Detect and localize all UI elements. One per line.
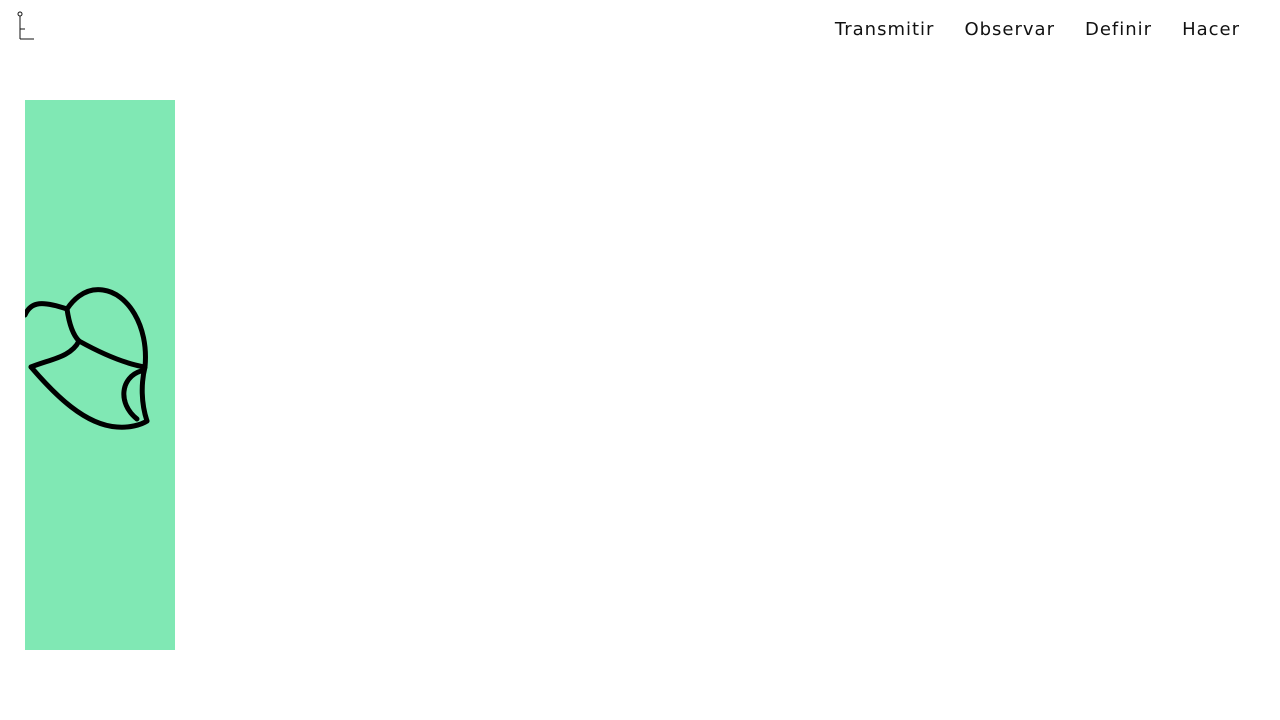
abstract-leaf-outline-icon xyxy=(25,287,150,430)
nav-item-observar[interactable]: Observar xyxy=(964,18,1055,42)
main-navigation: Transmitir Observar Definir Hacer xyxy=(835,18,1240,42)
green-project-card[interactable] xyxy=(25,100,175,650)
nav-item-transmitir[interactable]: Transmitir xyxy=(835,18,935,42)
page: Transmitir Observar Definir Hacer xyxy=(0,0,1280,720)
home-logo-icon[interactable] xyxy=(14,10,38,42)
nav-item-hacer[interactable]: Hacer xyxy=(1182,18,1240,42)
nav-item-definir[interactable]: Definir xyxy=(1085,18,1152,42)
